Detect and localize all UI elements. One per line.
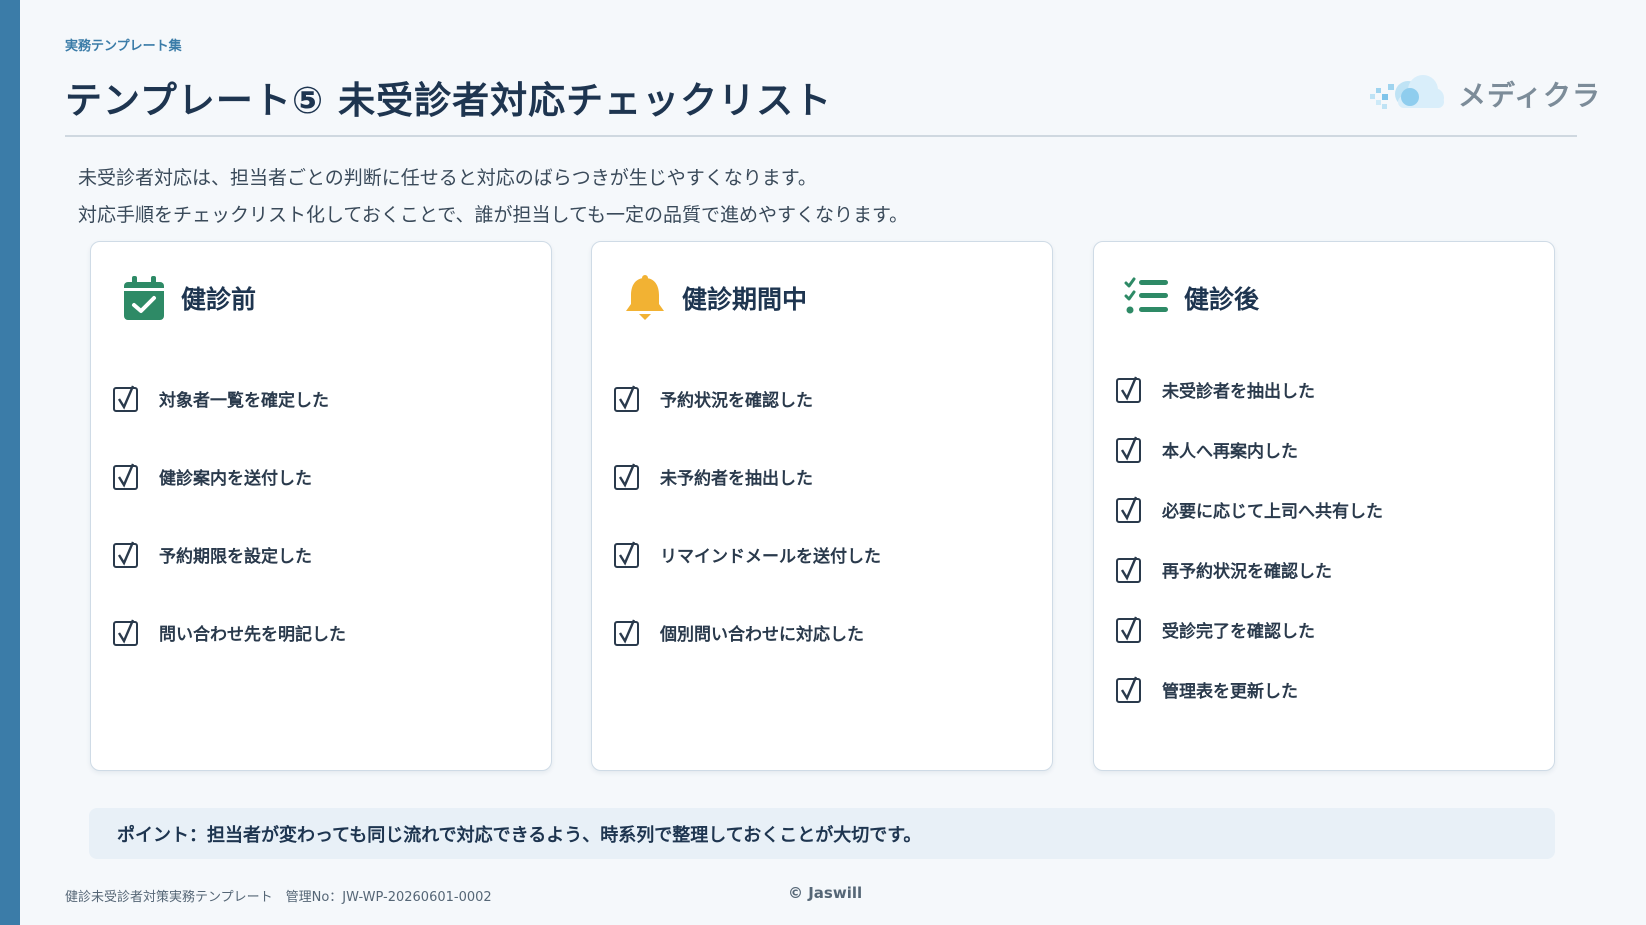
header-divider xyxy=(65,135,1577,137)
checklist-item[interactable]: 個別問い合わせに対応した xyxy=(614,593,1042,671)
checklist-item-label: 予約期限を設定した xyxy=(159,546,312,567)
card-header: 健診期間中 xyxy=(622,274,807,322)
checklist-icon xyxy=(1124,277,1168,314)
checked-checkbox-icon[interactable] xyxy=(1116,436,1142,463)
checklist-item-label: 対象者一覧を確定した xyxy=(159,390,329,411)
card-title: 健診期間中 xyxy=(682,285,808,314)
checklist-item[interactable]: リマインドメールを送付した xyxy=(614,515,1042,593)
checked-checkbox-icon[interactable] xyxy=(113,463,139,490)
card-after-checkup: 健診後 未受診者を抽出した 本人へ再案内した 必要に応じて上司へ共有した 再予約… xyxy=(1093,241,1555,771)
checked-checkbox-icon[interactable] xyxy=(614,385,640,412)
checklist-item-label: リマインドメールを送付した xyxy=(660,546,881,567)
checked-checkbox-icon[interactable] xyxy=(614,463,640,490)
checklist-item-label: 受診完了を確認した xyxy=(1162,621,1315,642)
intro-line-2: 対応手順をチェックリスト化しておくことで、誰が担当しても一定の品質で進めやすくな… xyxy=(78,204,909,226)
checked-checkbox-icon[interactable] xyxy=(1116,556,1142,583)
checklist-item-label: 未予約者を抽出した xyxy=(660,468,813,489)
checklist: 未受診者を抽出した 本人へ再案内した 必要に応じて上司へ共有した 再予約状況を確… xyxy=(1116,359,1544,719)
checked-checkbox-icon[interactable] xyxy=(614,541,640,568)
card-during-checkup: 健診期間中 予約状況を確認した 未予約者を抽出した リマインドメールを送付した … xyxy=(591,241,1053,771)
checklist-item[interactable]: 問い合わせ先を明記した xyxy=(113,593,541,671)
card-header: 健診前 xyxy=(121,274,256,322)
logo-text: メディクラ xyxy=(1458,79,1602,112)
checklist-item-label: 問い合わせ先を明記した xyxy=(159,624,346,645)
checklist-item[interactable]: 管理表を更新した xyxy=(1116,659,1544,719)
checklist-item-label: 個別問い合わせに対応した xyxy=(660,624,864,645)
point-note: ポイント：担当者が変わっても同じ流れで対応できるよう、時系列で整理しておくことが… xyxy=(89,808,1555,859)
checklist-item[interactable]: 必要に応じて上司へ共有した xyxy=(1116,479,1544,539)
checked-checkbox-icon[interactable] xyxy=(1116,496,1142,523)
checked-checkbox-icon[interactable] xyxy=(1116,676,1142,703)
checklist-item[interactable]: 対象者一覧を確定した xyxy=(113,359,541,437)
checklist-item-label: 管理表を更新した xyxy=(1162,681,1298,702)
card-title: 健診後 xyxy=(1184,285,1260,314)
checked-checkbox-icon[interactable] xyxy=(1116,616,1142,643)
footer-copyright: © Jaswill xyxy=(788,884,863,902)
checklist: 予約状況を確認した 未予約者を抽出した リマインドメールを送付した 個別問い合わ… xyxy=(614,359,1042,671)
card-before-checkup: 健診前 対象者一覧を確定した 健診案内を送付した 予約期限を設定した 問い合わせ… xyxy=(90,241,552,771)
calendar-check-icon xyxy=(124,276,164,320)
checklist-item[interactable]: 再予約状況を確認した xyxy=(1116,539,1544,599)
checked-checkbox-icon[interactable] xyxy=(113,541,139,568)
checklist: 対象者一覧を確定した 健診案内を送付した 予約期限を設定した 問い合わせ先を明記… xyxy=(113,359,541,671)
checklist-item[interactable]: 予約期限を設定した xyxy=(113,515,541,593)
intro-text: 未受診者対応は、担当者ごとの判断に任せると対応のばらつきが生じやすくなります。 … xyxy=(78,160,908,234)
cloud-logo-icon xyxy=(1370,75,1444,109)
checklist-item-label: 未受診者を抽出した xyxy=(1162,381,1315,402)
card-header: 健診後 xyxy=(1124,274,1259,322)
checklist-item-label: 必要に応じて上司へ共有した xyxy=(1162,501,1383,522)
card-title: 健診前 xyxy=(181,285,257,314)
page: 実務テンプレート集 テンプレート⑤ 未受診者対応チェックリスト メディクラ 未受… xyxy=(0,0,1646,925)
intro-line-1: 未受診者対応は、担当者ごとの判断に任せると対応のばらつきが生じやすくなります。 xyxy=(78,167,817,189)
checked-checkbox-icon[interactable] xyxy=(1116,376,1142,403)
page-title: テンプレート⑤ 未受診者対応チェックリスト xyxy=(65,79,833,122)
checklist-item[interactable]: 受診完了を確認した xyxy=(1116,599,1544,659)
checklist-item[interactable]: 本人へ再案内した xyxy=(1116,419,1544,479)
checked-checkbox-icon[interactable] xyxy=(113,619,139,646)
left-accent-bar xyxy=(0,0,20,925)
category-label: 実務テンプレート集 xyxy=(65,39,182,54)
checklist-item-label: 予約状況を確認した xyxy=(660,390,813,411)
checklist-item-label: 本人へ再案内した xyxy=(1162,441,1298,462)
footer-document-info: 健診未受診者対策実務テンプレート 管理No：JW-WP-20260601-000… xyxy=(65,890,492,905)
checklist-item[interactable]: 健診案内を送付した xyxy=(113,437,541,515)
checked-checkbox-icon[interactable] xyxy=(113,385,139,412)
checklist-item-label: 健診案内を送付した xyxy=(159,468,312,489)
checklist-item-label: 再予約状況を確認した xyxy=(1162,561,1332,582)
bell-icon xyxy=(626,275,664,320)
brand-logo: メディクラ xyxy=(1368,70,1601,118)
checklist-item[interactable]: 未予約者を抽出した xyxy=(614,437,1042,515)
checked-checkbox-icon[interactable] xyxy=(614,619,640,646)
checklist-item[interactable]: 未受診者を抽出した xyxy=(1116,359,1544,419)
checklist-item[interactable]: 予約状況を確認した xyxy=(614,359,1042,437)
